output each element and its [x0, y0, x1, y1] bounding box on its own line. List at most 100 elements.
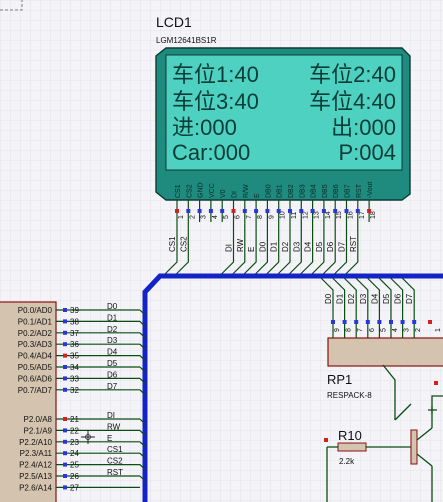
lcd-pin-name: DB2 [288, 184, 295, 198]
lcd-net-label: D2 [281, 241, 290, 252]
lcd-line3-right: 出:000 [331, 115, 396, 140]
mcu-pin-number: 24 [70, 449, 79, 458]
rp1-pin-number: 9 [334, 328, 341, 332]
lcd-line4-left: Car:000 [172, 140, 250, 165]
rp1-body[interactable] [327, 337, 443, 367]
rp1-net-label: D4 [370, 293, 379, 304]
mcu-pin-marker [63, 353, 67, 358]
lcd-pin-marker [344, 209, 349, 213]
lcd-pin-marker [175, 209, 179, 213]
rp1-model-label[interactable]: RESPACK-8 [327, 391, 372, 400]
rp1-ref-label[interactable]: RP1 [327, 372, 352, 387]
mcu-pin-marker [63, 319, 67, 324]
mcu-pin-marker [63, 330, 67, 335]
mcu-net-label: RST [107, 468, 123, 477]
lcd-pin-marker [231, 209, 236, 213]
lcd-pin-name: DB0 [265, 184, 272, 198]
mcu-port-label: P0.7/AD7 [18, 386, 53, 395]
r10-pin-marker [324, 438, 328, 442]
transistor-base[interactable] [410, 429, 418, 465]
mcu-pin-marker [63, 474, 67, 478]
lcd-pin-number: 6 [235, 215, 242, 219]
lcd-pin-marker [265, 209, 270, 213]
lcd-component[interactable]: 车位1:40 车位2:40 车位3:40 车位4:40 进:000 出:000 … [155, 47, 411, 201]
lcd-pin-name: DB3 [299, 184, 306, 198]
mcu-port-label: P2.2/A10 [19, 438, 52, 447]
r10-body[interactable] [337, 442, 367, 452]
mcu-net-label: CS2 [107, 457, 123, 466]
lcd-pin-name: RST [356, 183, 363, 198]
lcd-net-label: CS2 [179, 236, 188, 252]
mcu-port-label: P2.5/A13 [19, 472, 52, 481]
mcu-pin-number: 26 [70, 472, 79, 481]
lcd-pin-name: V0 [220, 189, 227, 198]
lcd-ref-label[interactable]: LCD1 [156, 14, 192, 30]
lcd-pin-name: E [254, 193, 261, 198]
r10-ref-label[interactable]: R10 [338, 428, 362, 443]
lcd-pin-name: VCC [209, 183, 216, 198]
lcd-model-label[interactable]: LGM12641BS1R [156, 36, 217, 45]
r10-value-label[interactable]: 2.2k [339, 457, 355, 466]
mcu-pin-number: 25 [70, 461, 79, 470]
rp1-pin-number: 6 [369, 328, 376, 332]
mcu-pin-marker [63, 451, 67, 456]
rp1-net-label: D7 [405, 293, 414, 304]
lcd-pin-number: 2 [189, 215, 196, 219]
rp1-net-label: D0 [324, 293, 333, 304]
mcu-net-label: CS1 [107, 445, 123, 454]
mcu-pin-number: 32 [70, 386, 79, 395]
mcu-pin-marker [63, 376, 67, 381]
lcd-pin-marker [310, 209, 315, 213]
mcu-port-label: P0.2/AD2 [18, 329, 53, 338]
mcu-net-label: D6 [107, 370, 118, 379]
rp1-pin-marker [428, 320, 432, 324]
mcu-pin-number: 27 [70, 483, 79, 492]
lcd-pin-marker [208, 209, 213, 213]
lcd-pin-number: 16 [348, 211, 355, 219]
mcu-pin-marker [63, 485, 67, 490]
mcu-pin-marker [63, 428, 67, 433]
mcu-port-label: P0.1/AD1 [18, 317, 53, 326]
lcd-pin-number: 7 [246, 215, 253, 219]
rp1-pin-marker [412, 320, 417, 324]
rp1-pin-marker [342, 320, 347, 324]
mcu-pin-number: 38 [70, 317, 79, 326]
schematic-canvas[interactable]: LCD1 LGM12641BS1R 车位1:40 车位2:40 车位3:40 车… [0, 0, 443, 502]
lcd-line3-left: 进:000 [172, 115, 237, 140]
lcd-net-label: D7 [338, 241, 347, 252]
mcu-net-label: RW [107, 422, 121, 431]
mcu-pin-number: 39 [70, 306, 79, 315]
lcd-pin-marker [254, 209, 259, 213]
mcu-pin-marker [63, 308, 67, 312]
mcu-net-label: D2 [107, 325, 118, 334]
lcd-pin-number: 18 [370, 211, 377, 219]
transistor-pin-marker [434, 381, 438, 385]
lcd-net-label: RW [236, 238, 245, 252]
mcu-port-label: P0.4/AD4 [18, 352, 53, 361]
mcu-port-label: P0.3/AD3 [18, 340, 53, 349]
mcu-net-label: D0 [107, 302, 118, 311]
mcu-port-label: P2.3/A11 [20, 449, 53, 458]
lcd-pin-marker [288, 209, 292, 213]
rp1-pin-marker [354, 320, 359, 324]
lcd-line1-left: 车位1:40 [172, 62, 259, 87]
lcd-pin-marker [242, 209, 247, 213]
lcd-pin-name: GND [198, 182, 205, 198]
lcd-pin-number: 8 [257, 215, 264, 219]
rp1-pin-number: 5 [380, 328, 387, 332]
lcd-line2-left: 车位3:40 [172, 89, 259, 114]
lcd-pin-number: 1 [178, 215, 185, 219]
rp1-pin-marker [365, 320, 370, 324]
lcd-line4-right: P:004 [339, 140, 397, 165]
rp1-pin-marker [389, 320, 393, 324]
mcu-port-label: P0.5/AD5 [18, 363, 53, 372]
mcu-net-label: D3 [107, 336, 118, 345]
lcd-pin-number: 10 [280, 211, 287, 219]
rp1-net-label: D6 [394, 293, 403, 304]
mcu-pin-marker [63, 387, 67, 392]
lcd-pin-number: 9 [268, 215, 275, 219]
rp1-net-label: D1 [336, 293, 345, 304]
mcu-pin-marker [63, 342, 67, 347]
lcd-pin-marker [197, 209, 202, 213]
lcd-line2-right: 车位4:40 [309, 89, 396, 114]
